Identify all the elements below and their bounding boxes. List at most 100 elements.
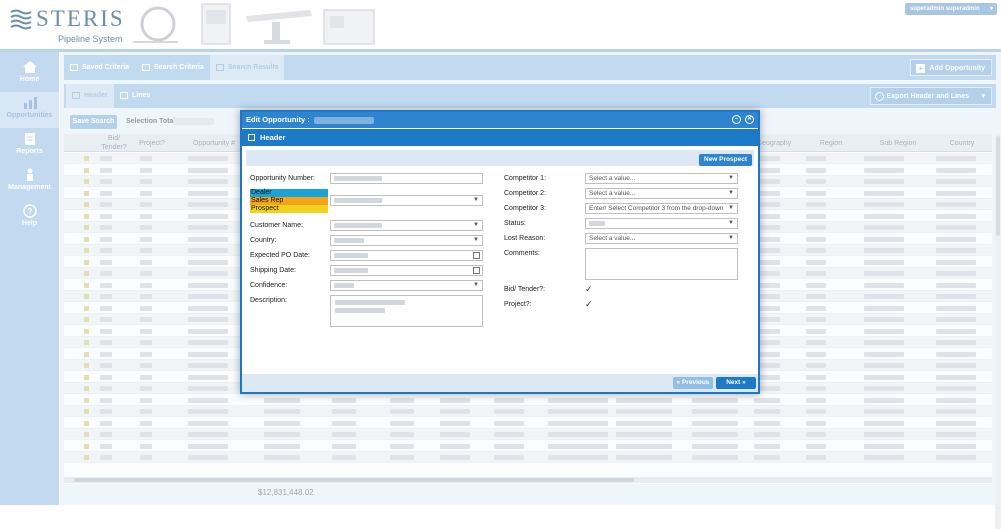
close-icon[interactable]: ✕ (745, 115, 754, 124)
confidence-select[interactable]: ▼ (330, 280, 483, 291)
row-checkbox[interactable] (84, 213, 89, 219)
row-checkbox[interactable] (84, 455, 89, 460)
tab-search-results[interactable]: Search Results (210, 55, 284, 80)
row-checkbox[interactable] (84, 374, 89, 380)
tab-saved-criteria[interactable]: Saved Criteria (64, 55, 136, 80)
lost-reason-select[interactable]: Select a value... ▼ (585, 233, 738, 244)
description-textarea[interactable] (330, 295, 483, 327)
table-row[interactable] (64, 429, 992, 440)
row-checkbox[interactable] (84, 409, 89, 414)
competitor-3-select[interactable]: Enter/ Select Competitor 3 from the drop… (585, 203, 738, 214)
opportunity-number-field[interactable] (330, 173, 483, 184)
table-cell (936, 340, 976, 345)
table-cell (936, 455, 976, 460)
row-checkbox[interactable] (84, 397, 89, 403)
row-checkbox[interactable] (84, 420, 89, 426)
column-header[interactable]: Region (802, 134, 860, 152)
table-row[interactable] (64, 395, 992, 406)
new-prospect-button[interactable]: New Prospect (699, 154, 752, 166)
row-checkbox[interactable] (84, 317, 89, 322)
table-row[interactable] (64, 418, 992, 429)
sidebar-item-reports[interactable]: Reports (0, 128, 59, 164)
table-row[interactable] (64, 452, 992, 463)
row-checkbox[interactable] (84, 236, 89, 242)
sidebar-item-help[interactable]: ? Help (0, 200, 59, 236)
row-checkbox[interactable] (84, 248, 89, 253)
table-cell (188, 328, 228, 334)
bid-tender-checkbox[interactable]: ✓ (585, 285, 593, 294)
table-cell (140, 317, 152, 322)
competitor-1-select[interactable]: Select a value... ▼ (585, 173, 738, 184)
column-header[interactable]: Sub Region (864, 134, 932, 152)
row-checkbox[interactable] (84, 156, 89, 161)
row-checkbox[interactable] (84, 340, 89, 345)
row-checkbox[interactable] (84, 328, 89, 334)
expected-po-date-field[interactable] (330, 250, 483, 261)
scroll-thumb[interactable] (996, 136, 1000, 236)
row-checkbox[interactable] (84, 167, 89, 173)
folder-icon (70, 64, 78, 71)
calendar-icon[interactable] (473, 252, 480, 259)
table-cell (188, 432, 228, 437)
customer-name-select[interactable]: ▼ (330, 220, 483, 231)
project-checkbox[interactable]: ✓ (585, 300, 593, 309)
sidebar-item-home[interactable]: Home (0, 56, 59, 92)
table-cell (494, 432, 524, 437)
add-opportunity-button[interactable]: + Add Opportunity (910, 59, 992, 76)
table-row[interactable] (64, 441, 992, 452)
status-select[interactable]: ▼ (585, 218, 738, 229)
sidebar: Home Opportunities Reports Management ? … (0, 52, 59, 505)
country-select[interactable]: ▼ (330, 235, 483, 246)
table-cell (936, 420, 976, 426)
row-checkbox[interactable] (84, 179, 89, 184)
tab-lines[interactable]: Lines (114, 84, 160, 108)
scroll-thumb[interactable] (74, 478, 634, 482)
row-checkbox[interactable] (84, 386, 89, 391)
row-checkbox[interactable] (84, 282, 89, 288)
table-cell (100, 305, 112, 311)
row-checkbox[interactable] (84, 351, 89, 357)
column-header[interactable]: Geography (754, 134, 794, 152)
competitor-2-select[interactable]: Select a value... ▼ (585, 188, 738, 199)
row-checkbox[interactable] (84, 363, 89, 368)
tab-header[interactable]: Header (66, 84, 114, 108)
export-header-lines-button[interactable]: Export Header and Lines ▾ (869, 87, 992, 105)
table-cell (100, 225, 112, 230)
table-row[interactable] (64, 406, 992, 417)
user-menu-button[interactable]: superadmin superadmin ▾ (905, 3, 997, 15)
row-checkbox[interactable] (84, 202, 89, 207)
row-checkbox[interactable] (84, 443, 89, 449)
comments-textarea[interactable] (585, 248, 738, 280)
table-cell (100, 420, 112, 426)
sidebar-item-management[interactable]: Management (0, 164, 59, 200)
column-header[interactable]: Project? (134, 134, 170, 152)
sidebar-item-opportunities[interactable]: Opportunities (0, 92, 59, 128)
row-checkbox[interactable] (84, 294, 89, 299)
row-checkbox[interactable] (84, 225, 89, 230)
row-checkbox[interactable] (84, 190, 89, 196)
grid-horizontal-scrollbar[interactable] (64, 477, 992, 483)
previous-button[interactable]: « Previous (673, 377, 713, 389)
table-cell (864, 202, 904, 207)
table-cell (806, 259, 826, 265)
minimize-icon[interactable]: – (732, 115, 741, 124)
row-checkbox[interactable] (84, 259, 89, 265)
save-search-button[interactable]: Save Search (70, 115, 117, 129)
row-checkbox[interactable] (84, 305, 89, 311)
shipping-date-field[interactable] (330, 265, 483, 276)
svg-text:?: ? (27, 207, 32, 216)
column-header[interactable]: Bid/ Tender? (98, 134, 130, 152)
table-cell (140, 432, 152, 437)
dialog-toolbar (246, 150, 754, 166)
row-checkbox[interactable] (84, 432, 89, 437)
account-select[interactable]: ▼ (330, 195, 483, 206)
calendar-icon[interactable] (473, 267, 480, 274)
column-header[interactable]: Country (936, 134, 988, 152)
tab-search-criteria[interactable]: Search Criteria (136, 55, 210, 80)
redacted-value (334, 237, 364, 243)
next-button[interactable]: Next » (716, 377, 756, 389)
table-cell (100, 374, 112, 380)
row-checkbox[interactable] (84, 271, 89, 276)
grid-vertical-scrollbar[interactable] (995, 134, 1001, 529)
table-cell (188, 248, 228, 253)
